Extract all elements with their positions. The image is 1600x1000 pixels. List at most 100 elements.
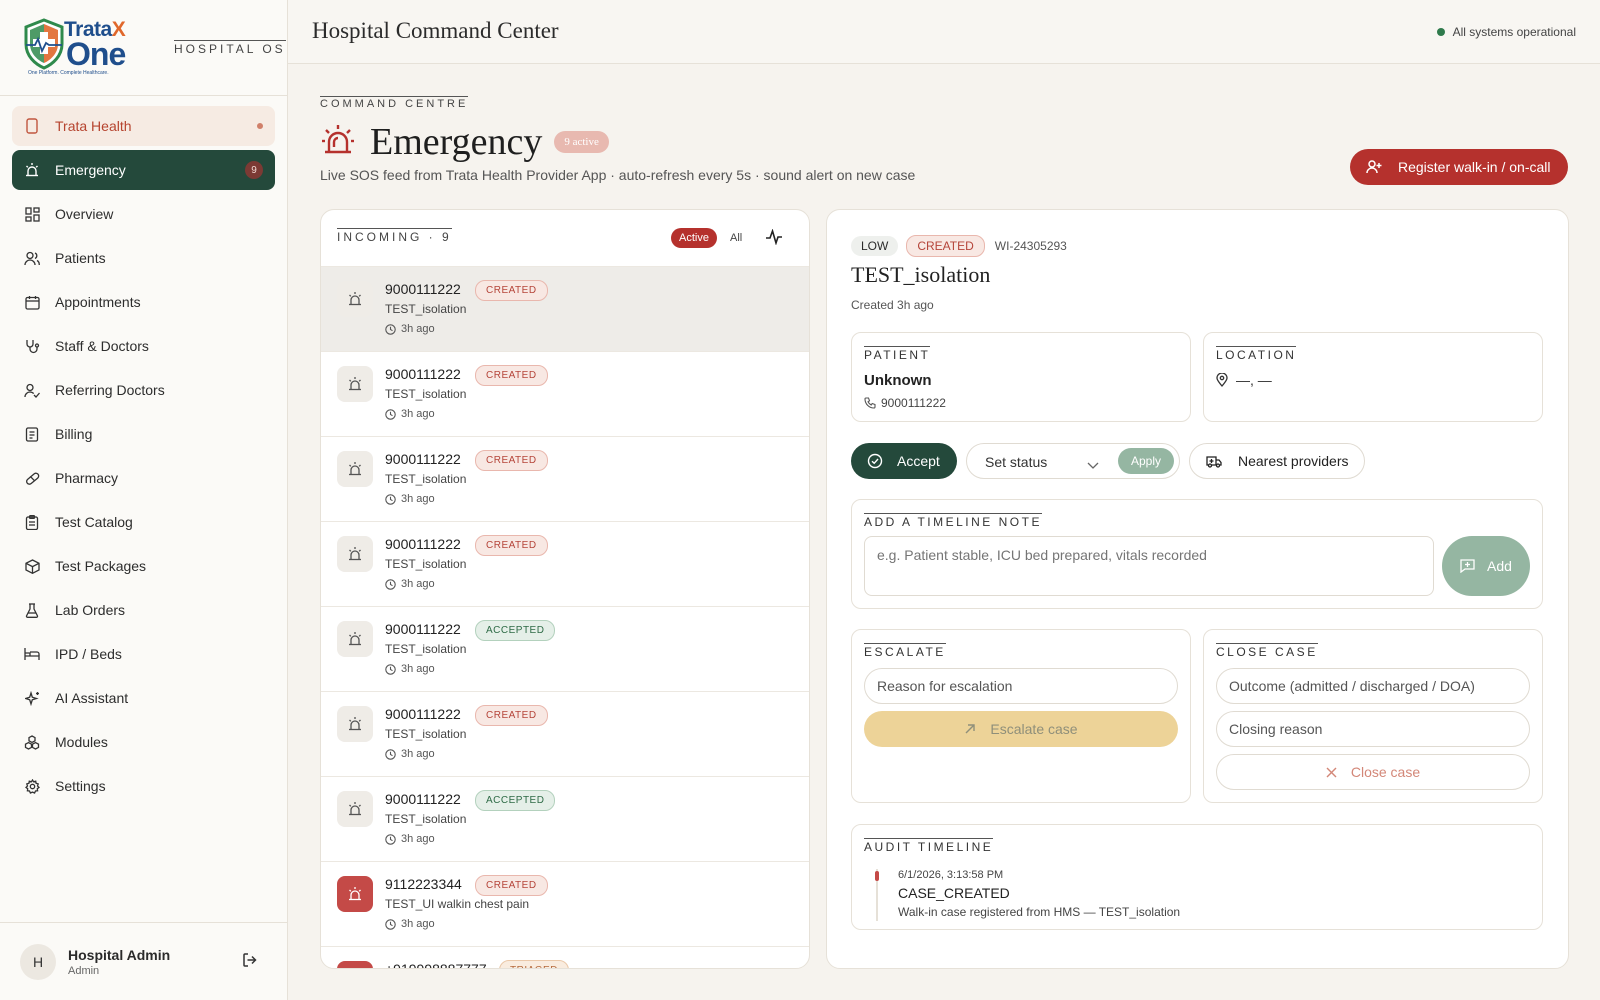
filter-all-button[interactable]: All [730,232,742,244]
case-time-text: 3h ago [401,578,435,590]
case-id: WI-24305293 [994,239,1067,253]
sidebar-item-billing[interactable]: Billing [12,414,275,454]
case-time-text: 3h ago [401,408,435,420]
logo-wordmark-bottom: One [66,35,126,72]
list-item[interactable]: 9000111222 CREATED TEST_isolation 3h ago [321,692,809,777]
case-note: TEST_isolation [385,302,467,316]
siren-icon [337,961,373,968]
emergency-subtitle: Live SOS feed from Trata Health Provider… [320,167,916,183]
sidebar-item-overview[interactable]: Overview [12,194,275,234]
clipboard-icon [24,514,40,530]
sidebar: TrataX One One Platform. Complete Health… [0,0,288,1000]
caller-phone: 9000111222 [385,366,461,382]
list-item[interactable]: 9112223344 CREATED TEST_UI walkin chest pa… [321,862,809,947]
sidebar-item-referring-doctors[interactable]: Referring Doctors [12,370,275,410]
caller-phone: 9000111222 [385,791,461,807]
accept-button[interactable]: Accept [851,443,957,479]
sparkle-icon [24,690,40,706]
avatar[interactable]: H [20,943,56,980]
sidebar-item-staff-doctors[interactable]: Staff & Doctors [12,326,275,366]
list-item[interactable]: +919998887777 TRIAGED [321,947,809,969]
calendar-icon [24,294,40,310]
list-item[interactable]: 9000111222 ACCEPTED TEST_isolation 3h ago [321,777,809,862]
system-status: All systems operational [1436,25,1576,39]
closing-reason-input[interactable]: Closing reason [1216,711,1530,747]
case-time-text: 3h ago [401,918,435,930]
clock-icon [385,408,396,420]
close-case-card: CLOSE CASE Outcome (admitted / discharge… [1203,629,1543,803]
timeline-note-input[interactable] [864,536,1434,596]
nearest-providers-button[interactable]: Nearest providers [1189,443,1365,479]
sidebar-item-trata-health[interactable]: Trata Health [12,106,275,146]
status-badge: CREATED [906,235,985,257]
logo-tagline: One Platform. Complete Healthcare. [28,69,109,76]
sidebar-item-label: Overview [55,206,114,222]
list-item[interactable]: 9000111222 ACCEPTED TEST_isolation 3h ago [321,607,809,692]
sidebar-item-pharmacy[interactable]: Pharmacy [12,458,275,498]
sidebar-item-test-packages[interactable]: Test Packages [12,546,275,586]
sidebar-item-modules[interactable]: Modules [12,722,275,762]
close-case-button-label: Close case [1350,764,1421,780]
status-badge: CREATED [475,875,548,896]
sidebar-item-label: Patients [55,250,106,266]
sidebar-item-appointments[interactable]: Appointments [12,282,275,322]
package-icon [24,558,40,574]
user-profile: H Hospital Admin Admin [0,922,288,1000]
case-time-text: 3h ago [401,323,435,335]
list-item[interactable]: 9000111222 CREATED TEST_isolation 3h ago [321,522,809,607]
escalation-reason-input[interactable]: Reason for escalation [864,668,1178,704]
sidebar-item-label: AI Assistant [55,690,129,706]
escalate-card: ESCALATE Reason for escalation Escalate … [851,629,1191,803]
sidebar-item-ai-assistant[interactable]: AI Assistant [12,678,275,718]
siren-icon [337,451,373,487]
brand-header: TrataX One One Platform. Complete Health… [0,0,287,96]
status-select[interactable]: Set status Apply [966,443,1180,479]
sidebar-item-label: Settings [55,778,106,794]
caller-phone: 9000111222 [385,621,461,637]
filter-active-button[interactable]: Active [671,228,717,248]
list-item[interactable]: 9000111222 CREATED TEST_isolation 3h ago [321,352,809,437]
clock-icon [385,748,396,760]
sidebar-item-label: Test Catalog [55,514,133,530]
case-time: 3h ago [385,833,435,845]
list-item[interactable]: 9000111222 CREATED TEST_isolation 3h ago [321,437,809,522]
close-case-button[interactable]: Close case [1216,754,1530,790]
user-role: Admin [68,964,100,977]
add-note-button[interactable]: Add [1442,536,1530,596]
sidebar-item-test-catalog[interactable]: Test Catalog [12,502,275,542]
sidebar-item-patients[interactable]: Patients [12,238,275,278]
incoming-count-label: INCOMING · 9 [337,228,452,244]
case-created-time: Created 3h ago [851,298,934,312]
phone-call-icon [864,397,876,409]
escalate-case-button[interactable]: Escalate case [864,711,1178,747]
caller-phone: 9000111222 [385,536,461,552]
chevron-down-icon [1087,457,1099,475]
section-eyebrow: COMMAND CENTRE [320,96,469,110]
sidebar-item-lab-orders[interactable]: Lab Orders [12,590,275,630]
location-value: —, — [1216,372,1272,388]
activity-pulse-icon[interactable] [765,228,783,250]
status-dot-icon [1436,28,1445,36]
case-tags: LOW CREATED WI-24305293 [851,235,1067,257]
sidebar-item-settings[interactable]: Settings [12,766,275,806]
sidebar-item-label: Emergency [55,162,126,178]
logout-icon[interactable] [242,952,258,973]
sidebar-item-ipd-beds[interactable]: IPD / Beds [12,634,275,674]
status-badge: CREATED [475,365,548,386]
siren-icon [337,791,373,827]
topbar: Hospital Command Center All systems oper… [288,0,1600,64]
clock-icon [385,918,396,930]
system-status-text: All systems operational [1452,25,1576,39]
tratax-one-logo[interactable]: TrataX One One Platform. Complete Health… [18,16,142,80]
case-time: 3h ago [385,408,435,420]
siren-icon [337,536,373,572]
apply-status-button[interactable]: Apply [1118,448,1174,474]
caller-phone: +919998887777 [385,961,487,969]
blocks-icon [24,734,40,750]
user-name: Hospital Admin [68,946,171,963]
outcome-input[interactable]: Outcome (admitted / discharged / DOA) [1216,668,1530,704]
case-time: 3h ago [385,323,435,335]
sidebar-item-emergency[interactable]: Emergency 9 [12,150,275,190]
register-walkin-button[interactable]: Register walk-in / on-call [1350,149,1568,185]
list-item[interactable]: 9000111222 CREATED TEST_isolation 3h ago [321,267,809,352]
